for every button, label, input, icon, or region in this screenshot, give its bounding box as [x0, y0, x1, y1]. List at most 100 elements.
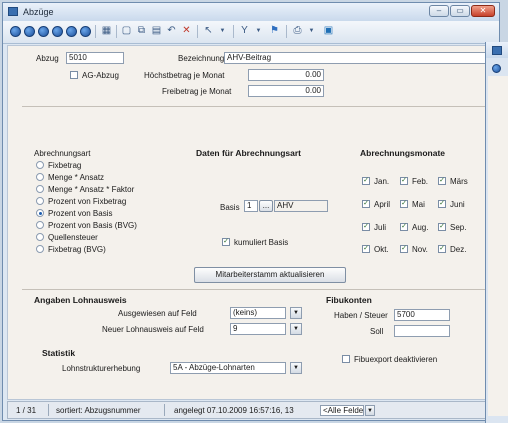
lohnstruktur-select[interactable]: 5A - Abzüge-Lohnarten: [170, 362, 286, 374]
maximize-button[interactable]: ▭: [450, 5, 470, 17]
abzug-input[interactable]: 5010: [66, 52, 124, 64]
option-label: Prozent von Fixbetrag: [48, 197, 127, 206]
month-checkbox[interactable]: ✓: [400, 245, 408, 253]
month-checkbox[interactable]: ✓: [400, 177, 408, 185]
main-window: Abzüge – ▭ ✕ ▦ ▢ ⧉ ▤ ↶ ✕ ↖ ▼ Y ▼ ⚑ ⎙ ▼ ▣…: [2, 2, 500, 421]
fibuexport-checkbox[interactable]: [342, 355, 350, 363]
haben-label: Haben / Steuer: [334, 311, 388, 320]
option-label: Fixbetrag: [48, 161, 82, 170]
ag-abzug-checkbox[interactable]: [70, 71, 78, 79]
radio-quellensteuer[interactable]: [36, 233, 44, 241]
radio-menge-ansatz[interactable]: [36, 173, 44, 181]
copy-record-icon[interactable]: ⧉: [134, 24, 149, 38]
close-button[interactable]: ✕: [471, 5, 495, 17]
filter-select[interactable]: <Alle Felder>: [320, 405, 364, 416]
radio-prozent-basis[interactable]: [36, 209, 44, 217]
neuer-lohnausweis-select[interactable]: 9: [230, 323, 286, 335]
divider: [22, 289, 486, 290]
next-page-icon[interactable]: [66, 26, 77, 37]
basis-text: AHV: [274, 200, 328, 212]
month-checkbox[interactable]: ✓: [438, 200, 446, 208]
chevron-down-icon[interactable]: ▼: [290, 307, 302, 319]
save-icon[interactable]: ▤: [149, 24, 164, 38]
dropdown-icon[interactable]: ▼: [251, 24, 266, 38]
lohnstruktur-label: Lohnstrukturerhebung: [62, 364, 141, 373]
window-title: Abzüge: [23, 7, 54, 17]
freibetrag-input[interactable]: 0.00: [248, 85, 324, 97]
pointer-icon[interactable]: ↖: [201, 24, 216, 38]
hoechstbetrag-input[interactable]: 0.00: [248, 69, 324, 81]
kumuliert-checkbox[interactable]: ✓: [222, 238, 230, 246]
print-icon[interactable]: ⎙: [290, 24, 305, 38]
month-checkbox[interactable]: ✓: [438, 245, 446, 253]
dropdown-icon[interactable]: ▼: [304, 24, 319, 38]
month-label: Dez.: [450, 245, 467, 254]
hoechstbetrag-label: Höchstbetrag je Monat: [144, 71, 225, 80]
nav-icon[interactable]: [492, 64, 501, 73]
month-label: Jan.: [374, 177, 390, 186]
radio-prozent-fixbetrag[interactable]: [36, 197, 44, 205]
month-checkbox[interactable]: ✓: [400, 200, 408, 208]
prev-page-icon[interactable]: [24, 26, 35, 37]
bookmark-icon[interactable]: ⚑: [267, 24, 282, 38]
mitarbeiterstamm-button[interactable]: Mitarbeiterstamm aktualisieren: [194, 267, 346, 283]
radio-fixbetrag-bvg[interactable]: [36, 245, 44, 253]
first-record-icon[interactable]: [10, 26, 21, 37]
month-label: April: [374, 200, 391, 209]
delete-icon[interactable]: ✕: [179, 24, 194, 38]
lohnausweis-title: Angaben Lohnausweis: [34, 295, 127, 305]
month-checkbox[interactable]: ✓: [362, 200, 370, 208]
soll-label: Soll: [370, 327, 384, 336]
month-label: Märs: [450, 177, 468, 186]
record-counter: 1 / 31: [16, 406, 37, 415]
prev-record-icon[interactable]: [38, 26, 49, 37]
undo-icon[interactable]: ↶: [164, 24, 179, 38]
month-checkbox[interactable]: ✓: [362, 177, 370, 185]
month-label: Mai: [412, 200, 425, 209]
option-label: Menge * Ansatz: [48, 173, 105, 182]
background-window[interactable]: [485, 42, 508, 423]
month-checkbox[interactable]: ✓: [362, 223, 370, 231]
radio-menge-ansatz-faktor[interactable]: [36, 185, 44, 193]
month-label: Aug.: [412, 223, 429, 232]
neuer-lohnausweis-label: Neuer Lohnausweis auf Feld: [102, 325, 204, 334]
new-record-icon[interactable]: ▢: [119, 24, 134, 38]
basis-lookup-button[interactable]: ...: [259, 200, 273, 212]
fibuexport-label: Fibuexport deaktivieren: [354, 355, 438, 364]
freibetrag-label: Freibetrag je Monat: [162, 87, 232, 96]
last-record-icon[interactable]: [80, 26, 91, 37]
form-panel: Abzug 5010 Bezeichnung AHV-Beitrag AG-Ab…: [7, 45, 497, 400]
month-checkbox[interactable]: ✓: [400, 223, 408, 231]
basis-input[interactable]: 1: [244, 200, 258, 212]
ag-abzug-label: AG-Abzug: [82, 71, 119, 80]
lock-icon[interactable]: ▣: [321, 24, 336, 38]
title-bar: Abzüge – ▭ ✕: [3, 3, 499, 21]
filter-icon[interactable]: Y: [237, 24, 252, 38]
created-status: angelegt 07.10.2009 16:57:16, 13: [174, 406, 294, 415]
chevron-down-icon[interactable]: ▼: [290, 362, 302, 374]
bezeichnung-input[interactable]: AHV-Beitrag: [224, 52, 494, 64]
month-checkbox[interactable]: ✓: [438, 223, 446, 231]
bezeichnung-label: Bezeichnung: [178, 54, 225, 63]
option-label: Menge * Ansatz * Faktor: [48, 185, 135, 194]
option-label: Prozent von Basis: [48, 209, 113, 218]
month-checkbox[interactable]: ✓: [438, 177, 446, 185]
month-label: Sep.: [450, 223, 467, 232]
month-checkbox[interactable]: ✓: [362, 245, 370, 253]
minimize-button[interactable]: –: [429, 5, 449, 17]
daten-title: Daten für Abrechnungsart: [196, 148, 302, 158]
option-label: Prozent von Basis (BVG): [48, 221, 137, 230]
list-view-icon[interactable]: ▦: [99, 24, 114, 38]
soll-input[interactable]: [394, 325, 450, 337]
ausgewiesen-select[interactable]: (keins): [230, 307, 286, 319]
month-label: Juli: [374, 223, 387, 232]
chevron-down-icon[interactable]: ▼: [365, 405, 375, 416]
radio-prozent-basis-bvg[interactable]: [36, 221, 44, 229]
option-label: Fixbetrag (BVG): [48, 245, 106, 254]
monate-title: Abrechnungsmonate: [360, 148, 446, 158]
dropdown-icon[interactable]: ▼: [215, 24, 230, 38]
haben-input[interactable]: 5700: [394, 309, 450, 321]
next-record-icon[interactable]: [52, 26, 63, 37]
chevron-down-icon[interactable]: ▼: [290, 323, 302, 335]
radio-fixbetrag[interactable]: [36, 161, 44, 169]
